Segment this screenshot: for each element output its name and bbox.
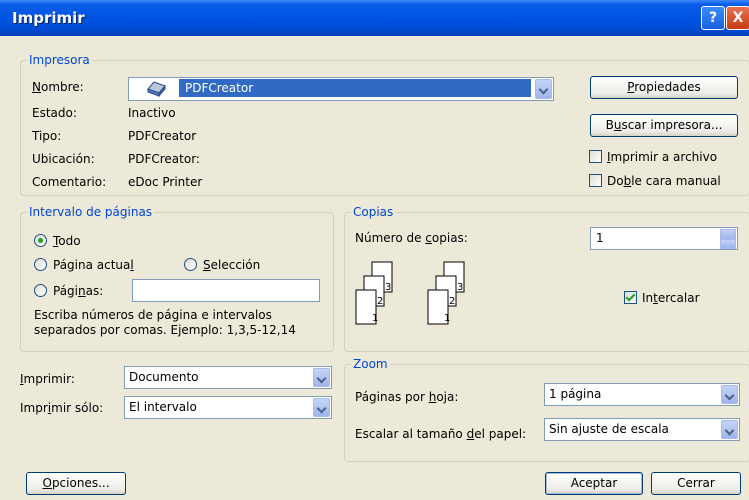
pages-per-sheet-value: 1 página bbox=[549, 387, 602, 401]
all-pages-radio[interactable] bbox=[34, 234, 47, 247]
help-icon[interactable]: ? bbox=[701, 6, 725, 30]
current-page-label[interactable]: Página actual bbox=[53, 258, 134, 272]
current-page-radio[interactable] bbox=[34, 258, 47, 271]
print-what-select[interactable]: Documento bbox=[124, 366, 332, 389]
scale-value: Sin ajuste de escala bbox=[549, 422, 669, 436]
copies-spinner[interactable] bbox=[720, 229, 736, 249]
collate-page-2a: 2 bbox=[377, 296, 384, 307]
pages-radio[interactable] bbox=[34, 284, 47, 297]
collate-page-3b: 3 bbox=[457, 282, 464, 293]
print-to-file-label[interactable]: Imprimir a archivo bbox=[607, 150, 717, 164]
pages-per-sheet-select[interactable]: 1 página bbox=[544, 383, 740, 406]
print-to-file-checkbox[interactable] bbox=[589, 150, 602, 163]
chevron-down-icon[interactable] bbox=[313, 368, 330, 387]
collate-page-1b: 1 bbox=[444, 313, 451, 324]
printer-type-label: Tipo: bbox=[32, 129, 62, 143]
pages-label[interactable]: Páginas: bbox=[53, 284, 103, 298]
print-what-value: Documento bbox=[129, 370, 199, 384]
pages-per-sheet-label: Páginas por hoja: bbox=[355, 390, 459, 404]
chevron-down-icon[interactable] bbox=[721, 420, 738, 439]
spin-down-icon[interactable] bbox=[720, 239, 736, 249]
copies-value: 1 bbox=[596, 231, 604, 245]
collate-checkbox[interactable] bbox=[624, 291, 637, 304]
page-range-legend: Intervalo de páginas bbox=[27, 205, 155, 219]
ok-button[interactable]: Aceptar bbox=[545, 472, 643, 495]
copies-input[interactable]: 1 bbox=[590, 227, 738, 250]
printer-state-value: Inactivo bbox=[128, 106, 176, 120]
printer-location-label: Ubicación: bbox=[32, 152, 95, 166]
chevron-down-icon[interactable] bbox=[313, 398, 330, 417]
chevron-down-icon[interactable] bbox=[721, 385, 738, 404]
chevron-down-icon[interactable] bbox=[535, 79, 552, 99]
all-pages-label[interactable]: Todo bbox=[53, 234, 81, 248]
collate-pages-icon bbox=[355, 261, 465, 325]
printer-legend: Impresora bbox=[27, 53, 92, 67]
find-printer-button[interactable]: Buscar impresora... bbox=[590, 114, 738, 137]
pages-input[interactable] bbox=[132, 279, 320, 302]
collate-page-2b: 2 bbox=[449, 296, 456, 307]
scale-select[interactable]: Sin ajuste de escala bbox=[544, 418, 740, 441]
title-bar[interactable]: Imprimir ? X bbox=[0, 0, 749, 36]
printer-state-label: Estado: bbox=[32, 106, 77, 120]
print-what-label: Imprimir: bbox=[20, 372, 75, 386]
manual-duplex-checkbox[interactable] bbox=[589, 174, 602, 187]
copies-number-label: Número de copias: bbox=[355, 231, 468, 245]
printer-comment-label: Comentario: bbox=[32, 175, 107, 189]
selection-radio[interactable] bbox=[184, 258, 197, 271]
zoom-legend: Zoom bbox=[351, 357, 390, 371]
print-dialog: Imprimir ? X Impresora Nombre: PDFCreato… bbox=[0, 0, 749, 500]
collate-page-1a: 1 bbox=[372, 313, 379, 324]
copies-legend: Copias bbox=[351, 205, 396, 219]
printer-location-value: PDFCreator: bbox=[128, 152, 200, 166]
print-only-label: Imprimir sólo: bbox=[20, 401, 104, 415]
printer-name-select[interactable]: PDFCreator bbox=[128, 77, 554, 101]
printer-name-value: PDFCreator bbox=[185, 81, 254, 95]
properties-button[interactable]: Propiedades bbox=[590, 76, 738, 99]
printer-type-value: PDFCreator bbox=[128, 129, 197, 143]
selection-label[interactable]: Selección bbox=[203, 258, 260, 272]
printer-comment-value: eDoc Printer bbox=[128, 175, 203, 189]
page-range-hint-2: separados por comas. Ejemplo: 1,3,5-12,1… bbox=[34, 323, 296, 337]
printer-icon bbox=[147, 81, 166, 98]
scale-label: Escalar al tamaño del papel: bbox=[355, 427, 527, 441]
collate-page-3a: 3 bbox=[385, 282, 392, 293]
print-only-value: El intervalo bbox=[129, 400, 197, 414]
printer-name-label: Nombre: bbox=[32, 80, 84, 94]
spin-up-icon[interactable] bbox=[720, 229, 736, 239]
page-range-hint-1: Escriba números de página e intervalos bbox=[34, 308, 272, 322]
print-only-select[interactable]: El intervalo bbox=[124, 396, 332, 419]
close-icon[interactable]: X bbox=[726, 6, 749, 30]
manual-duplex-label[interactable]: Doble cara manual bbox=[607, 174, 721, 188]
zoom-group: Zoom bbox=[344, 357, 749, 462]
dialog-title: Imprimir bbox=[12, 9, 85, 27]
options-button[interactable]: Opciones... bbox=[26, 472, 126, 495]
cancel-button[interactable]: Cerrar bbox=[651, 472, 741, 495]
collate-label[interactable]: Intercalar bbox=[642, 291, 700, 305]
